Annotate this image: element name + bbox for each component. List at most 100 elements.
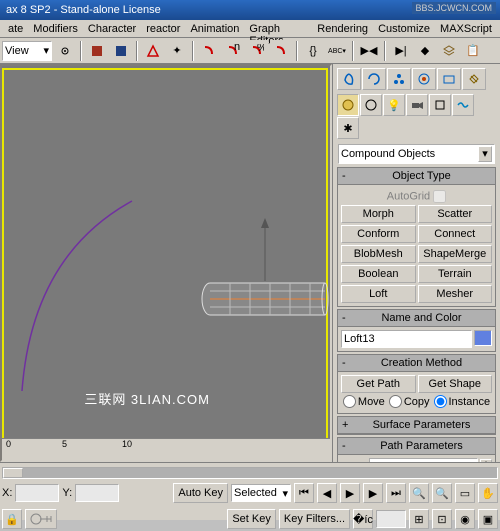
select-move-icon[interactable] [86, 40, 108, 62]
reference-coordinate-dropdown[interactable]: View ▾ [2, 41, 52, 61]
shapes-icon[interactable] [360, 94, 382, 116]
goto-start-icon[interactable]: ⏮ [294, 483, 314, 503]
menu-customize[interactable]: Customize [374, 22, 434, 35]
connect-button[interactable]: Connect [418, 225, 493, 243]
abc-icon[interactable]: ABC▾ [326, 40, 348, 62]
lock-icon[interactable]: 🔒 [2, 509, 22, 529]
create-tab[interactable] [337, 68, 361, 90]
hierarchy-tab[interactable] [387, 68, 411, 90]
maximize-viewport-icon[interactable]: ▣ [478, 509, 498, 529]
select-rotate-icon[interactable] [110, 40, 132, 62]
object-color-swatch[interactable] [474, 330, 492, 346]
key-filters-button[interactable]: Key Filters... [279, 509, 350, 529]
rollout-header[interactable]: + Surface Parameters [338, 417, 495, 434]
time-slider-handle[interactable] [3, 468, 23, 478]
layer-icon[interactable] [438, 40, 460, 62]
x-coord-field[interactable] [15, 484, 59, 502]
rollout-header[interactable]: - Name and Color [338, 310, 495, 327]
spinner-snap-icon[interactable] [270, 40, 292, 62]
time-config-icon[interactable]: ⊞ [409, 509, 429, 529]
time-slider[interactable] [2, 467, 498, 479]
helpers-icon[interactable] [429, 94, 451, 116]
get-shape-button[interactable]: Get Shape [418, 375, 493, 393]
menu-create[interactable]: ate [4, 22, 27, 35]
ruler-tick-0: 0 [6, 439, 11, 449]
motion-tab[interactable] [412, 68, 436, 90]
menu-character[interactable]: Character [84, 22, 140, 35]
blobmesh-button[interactable]: BlobMesh [341, 245, 416, 263]
key-mode-dropdown[interactable]: Selected▾ [231, 484, 291, 502]
display-tab[interactable] [437, 68, 461, 90]
menu-maxscript[interactable]: MAXScript [436, 22, 496, 35]
modify-tab[interactable] [362, 68, 386, 90]
shapemerge-button[interactable]: ShapeMerge [418, 245, 493, 263]
rollout-header[interactable]: - Object Type [338, 168, 495, 185]
zoom-extents-icon[interactable]: 🔍 [409, 483, 429, 503]
transform-gizmo-z[interactable] [255, 216, 275, 286]
zoom-icon[interactable]: 🔍 [432, 483, 452, 503]
manipulate-icon[interactable]: ✦ [166, 40, 188, 62]
create-subcategory-dropdown[interactable]: Compound Objects ▾ [338, 144, 495, 164]
get-path-button[interactable]: Get Path [341, 375, 416, 393]
pivot-icon[interactable] [54, 40, 76, 62]
prev-frame-icon[interactable]: ◀ [317, 483, 337, 503]
play-icon[interactable]: ▶ [340, 483, 360, 503]
ruler-tick-10: 10 [122, 439, 132, 449]
menu-rendering[interactable]: Rendering [313, 22, 372, 35]
rollout-title: Object Type [352, 170, 491, 182]
min-max-toggle-icon[interactable]: ⊡ [432, 509, 452, 529]
snap-toggle-icon[interactable] [198, 40, 220, 62]
y-coord-field[interactable] [75, 484, 119, 502]
percent-snap-icon[interactable]: % [246, 40, 268, 62]
move-radio[interactable]: Move [343, 395, 385, 408]
object-name-input[interactable]: Loft13 [341, 330, 472, 348]
copy-radio[interactable]: Copy [389, 395, 430, 408]
chevron-down-icon: ▾ [43, 44, 49, 57]
auto-key-button[interactable]: Auto Key [173, 483, 228, 503]
mirror-icon[interactable]: ▶◀ [358, 40, 380, 62]
rollout-header[interactable]: - Creation Method [338, 355, 495, 372]
goto-end-icon[interactable]: ⏭ [386, 483, 406, 503]
menu-graph-editors[interactable]: Graph Editors [245, 22, 311, 35]
spacewarps-icon[interactable] [452, 94, 474, 116]
arc-rotate-icon[interactable]: ◉ [455, 509, 475, 529]
viewport[interactable]: 三联网 3LIAN.COM 0 5 10 [0, 64, 332, 462]
set-key-button[interactable]: Set Key [227, 509, 276, 529]
mesher-button[interactable]: Mesher [418, 285, 493, 303]
object-type-rollout: - Object Type AutoGrid Morph Scatter Con… [337, 167, 496, 307]
utilities-tab[interactable] [462, 68, 486, 90]
scale-icon[interactable] [142, 40, 164, 62]
pan-icon[interactable]: ✋ [478, 483, 498, 503]
lights-icon[interactable]: 💡 [383, 94, 405, 116]
align-flyout-icon[interactable]: ▶| [390, 40, 412, 62]
morph-button[interactable]: Morph [341, 205, 416, 223]
boolean-button[interactable]: Boolean [341, 265, 416, 283]
named-selection-icon[interactable]: {} [302, 40, 324, 62]
loft-button[interactable]: Loft [341, 285, 416, 303]
rollout-header[interactable]: - Path Parameters [338, 438, 495, 455]
angle-snap-icon[interactable]: n [222, 40, 244, 62]
menu-animation[interactable]: Animation [186, 22, 243, 35]
cameras-icon[interactable] [406, 94, 428, 116]
collapse-icon: - [342, 312, 352, 324]
set-key-large-icon[interactable] [25, 509, 57, 529]
field-of-view-icon[interactable]: ▭ [455, 483, 475, 503]
instance-radio[interactable]: Instance [434, 395, 491, 408]
geometry-icon[interactable] [337, 94, 359, 116]
curve-editor-icon[interactable]: 📋 [462, 40, 484, 62]
app-title: ax 8 SP2 - Stand-alone License [6, 4, 161, 16]
time-ruler[interactable]: 0 5 10 [2, 438, 330, 460]
path-value-input[interactable]: 0.0 [369, 458, 478, 462]
menu-reactor[interactable]: reactor [142, 22, 184, 35]
scatter-button[interactable]: Scatter [418, 205, 493, 223]
material-editor-icon[interactable]: ◆ [414, 40, 436, 62]
systems-icon[interactable]: ✱ [337, 117, 359, 139]
terrain-button[interactable]: Terrain [418, 265, 493, 283]
next-frame-icon[interactable]: ▶ [363, 483, 383, 503]
spline-curve [12, 196, 152, 396]
prev-key-icon[interactable]: �íc [353, 509, 373, 529]
menu-modifiers[interactable]: Modifiers [29, 22, 82, 35]
current-frame-field[interactable] [376, 510, 406, 528]
path-spinner[interactable]: ▴▾ [480, 459, 492, 462]
conform-button[interactable]: Conform [341, 225, 416, 243]
